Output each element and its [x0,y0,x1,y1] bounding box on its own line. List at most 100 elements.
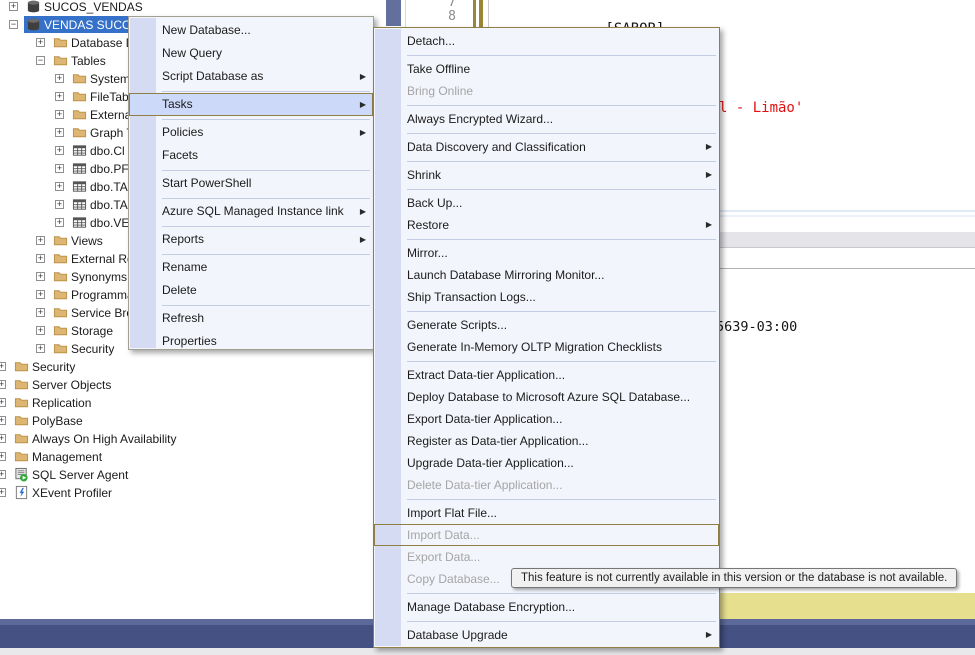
plus-expander-icon[interactable]: + [36,326,45,335]
menu-item-take-offline[interactable]: Take Offline [374,58,719,80]
menu-item-new-query[interactable]: New Query [129,42,373,65]
table-icon [72,143,87,158]
plus-expander-icon[interactable]: + [55,74,64,83]
plus-expander-icon[interactable]: + [0,362,6,371]
plus-expander-icon[interactable]: + [0,398,6,407]
plus-expander-icon[interactable]: + [55,146,64,155]
plus-expander-icon[interactable]: + [55,164,64,173]
plus-expander-icon[interactable]: + [0,470,6,479]
menu-item-tasks[interactable]: Tasks ▶ [129,93,373,116]
submenu-arrow-icon: ▶ [359,72,366,81]
menu-item-register-as-data-tier-application[interactable]: Register as Data-tier Application... [374,430,719,452]
menu-item-label: Upgrade Data-tier Application... [407,456,574,470]
tree-item-replication[interactable]: + Replication [0,394,410,411]
tree-item-security[interactable]: + Security [0,358,410,375]
menu-item-manage-database-encryption[interactable]: Manage Database Encryption... [374,596,719,618]
menu-item-label: Manage Database Encryption... [407,600,576,614]
plus-expander-icon[interactable]: + [36,290,45,299]
menu-item-delete[interactable]: Delete [129,279,373,302]
folder-icon [72,71,87,86]
plus-expander-icon[interactable]: + [36,254,45,263]
menu-item-label: Shrink [407,168,442,182]
plus-expander-icon[interactable]: + [55,182,64,191]
table-icon [72,179,87,194]
menu-item-detach[interactable]: Detach... [374,30,719,52]
plus-expander-icon[interactable]: + [55,218,64,227]
plus-expander-icon[interactable]: + [55,128,64,137]
menu-item-export-data[interactable]: Export Data... [374,546,719,568]
menu-item-import-flat-file[interactable]: Import Flat File... [374,502,719,524]
folder-icon [14,413,29,428]
tree-item-polybase[interactable]: + PolyBase [0,412,410,429]
window-bottom-strip [0,648,975,655]
menu-item-refresh[interactable]: Refresh [129,307,373,330]
menu-item-bring-online[interactable]: Bring Online [374,80,719,102]
plus-expander-icon[interactable]: + [55,200,64,209]
plus-expander-icon[interactable]: + [0,416,6,425]
menu-item-label: Policies [162,125,204,139]
tree-item-label: Replication [32,396,92,410]
tree-item-sucos-vendas[interactable]: + SUCOS_VENDAS [0,0,410,15]
menu-item-generate-in-memory-oltp-migration-checklists[interactable]: Generate In-Memory OLTP Migration Checkl… [374,336,719,358]
menu-item-azure-sql-managed-instance-link[interactable]: Azure SQL Managed Instance link ▶ [129,200,373,223]
menu-item-export-data-tier-application[interactable]: Export Data-tier Application... [374,408,719,430]
menu-item-database-upgrade[interactable]: Database Upgrade ▶ [374,624,719,646]
menu-item-script-database-as[interactable]: Script Database as ▶ [129,65,373,88]
menu-item-generate-scripts[interactable]: Generate Scripts... [374,314,719,336]
minus-expander-icon[interactable]: − [36,56,45,65]
menu-item-launch-database-mirroring-monitor[interactable]: Launch Database Mirroring Monitor... [374,264,719,286]
plus-expander-icon[interactable]: + [55,92,64,101]
menu-item-label: Ship Transaction Logs... [407,290,536,304]
tree-item-label: XEvent Profiler [32,486,113,500]
menu-item-reports[interactable]: Reports ▶ [129,228,373,251]
menu-item-facets[interactable]: Facets [129,144,373,167]
menu-item-properties[interactable]: Properties [129,330,373,353]
plus-expander-icon[interactable]: + [0,380,6,389]
plus-expander-icon[interactable]: + [36,236,45,245]
plus-expander-icon[interactable]: + [0,488,6,497]
menu-item-extract-data-tier-application[interactable]: Extract Data-tier Application... [374,364,719,386]
tree-item-sql-server-agent[interactable]: + SQL Server Agent [0,466,410,483]
editor-margin-line [488,0,489,27]
tree-item-server-objects[interactable]: + Server Objects [0,376,410,393]
menu-item-label: Delete Data-tier Application... [407,478,563,492]
menu-item-deploy-database-to-microsoft-azure-sql-database[interactable]: Deploy Database to Microsoft Azure SQL D… [374,386,719,408]
menu-item-label: Export Data... [407,550,481,564]
tree-item-xevent-profiler[interactable]: + XEvent Profiler [0,484,410,501]
plus-expander-icon[interactable]: + [55,110,64,119]
menu-item-import-data[interactable]: Import Data... [374,524,719,546]
menu-item-delete-data-tier-application[interactable]: Delete Data-tier Application... [374,474,719,496]
menu-item-ship-transaction-logs[interactable]: Ship Transaction Logs... [374,286,719,308]
folder-icon [72,89,87,104]
menu-item-label: Bring Online [407,84,474,98]
menu-item-restore[interactable]: Restore ▶ [374,214,719,236]
ssms-window: + SUCOS_VENDAS − VENDAS SUCOS + Database Diag… [0,0,975,655]
plus-expander-icon[interactable]: + [36,272,45,281]
plus-expander-icon[interactable]: + [36,38,45,47]
minus-expander-icon[interactable]: − [9,20,18,29]
menu-item-back-up[interactable]: Back Up... [374,192,719,214]
menu-item-upgrade-data-tier-application[interactable]: Upgrade Data-tier Application... [374,452,719,474]
tree-item-label: Always On High Availability [32,432,177,446]
folder-icon [53,305,68,320]
plus-expander-icon[interactable]: + [0,452,6,461]
menu-item-start-powershell[interactable]: Start PowerShell [129,172,373,195]
menu-item-mirror[interactable]: Mirror... [374,242,719,264]
menu-item-shrink[interactable]: Shrink ▶ [374,164,719,186]
object-explorer-scrollbar-thumb[interactable] [386,0,401,26]
splitter-line [720,210,975,212]
plus-expander-icon[interactable]: + [36,308,45,317]
menu-item-data-discovery-and-classification[interactable]: Data Discovery and Classification ▶ [374,136,719,158]
plus-expander-icon[interactable]: + [9,2,18,11]
tree-item-always-on-high-availability[interactable]: + Always On High Availability [0,430,410,447]
menu-item-rename[interactable]: Rename [129,256,373,279]
menu-item-always-encrypted-wizard[interactable]: Always Encrypted Wizard... [374,108,719,130]
tree-item-label: SUCOS_VENDAS [44,0,143,14]
menu-item-label: Always Encrypted Wizard... [407,112,554,126]
plus-expander-icon[interactable]: + [0,434,6,443]
tree-item-management[interactable]: + Management [0,448,410,465]
menu-item-label: Azure SQL Managed Instance link [162,204,344,218]
menu-item-policies[interactable]: Policies ▶ [129,121,373,144]
plus-expander-icon[interactable]: + [36,344,45,353]
menu-item-new-database[interactable]: New Database... [129,19,373,42]
